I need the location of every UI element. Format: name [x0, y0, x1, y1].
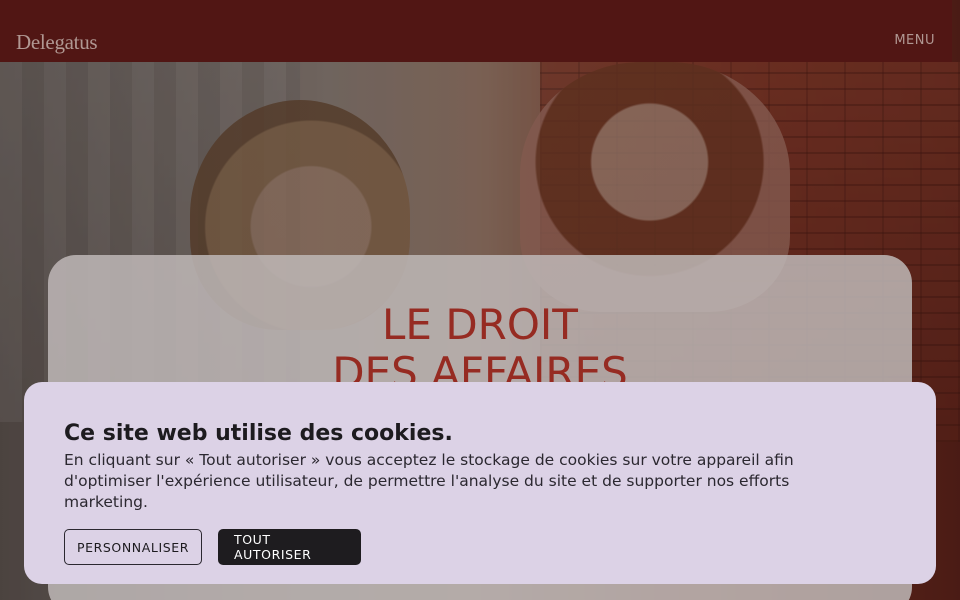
cookie-title: Ce site web utilise des cookies.: [64, 421, 453, 446]
customize-button[interactable]: PERSONNALISER: [64, 529, 202, 565]
accept-all-button[interactable]: TOUT AUTORISER: [218, 529, 361, 565]
page: Delegatus MENU LE DROIT DES AFFAIRES Ce …: [0, 0, 960, 600]
cookie-text: En cliquant sur « Tout autoriser » vous …: [64, 451, 794, 511]
cookie-banner: Ce site web utilise des cookies. En cliq…: [24, 382, 936, 584]
cookie-buttons: PERSONNALISER TOUT AUTORISER: [64, 529, 896, 565]
